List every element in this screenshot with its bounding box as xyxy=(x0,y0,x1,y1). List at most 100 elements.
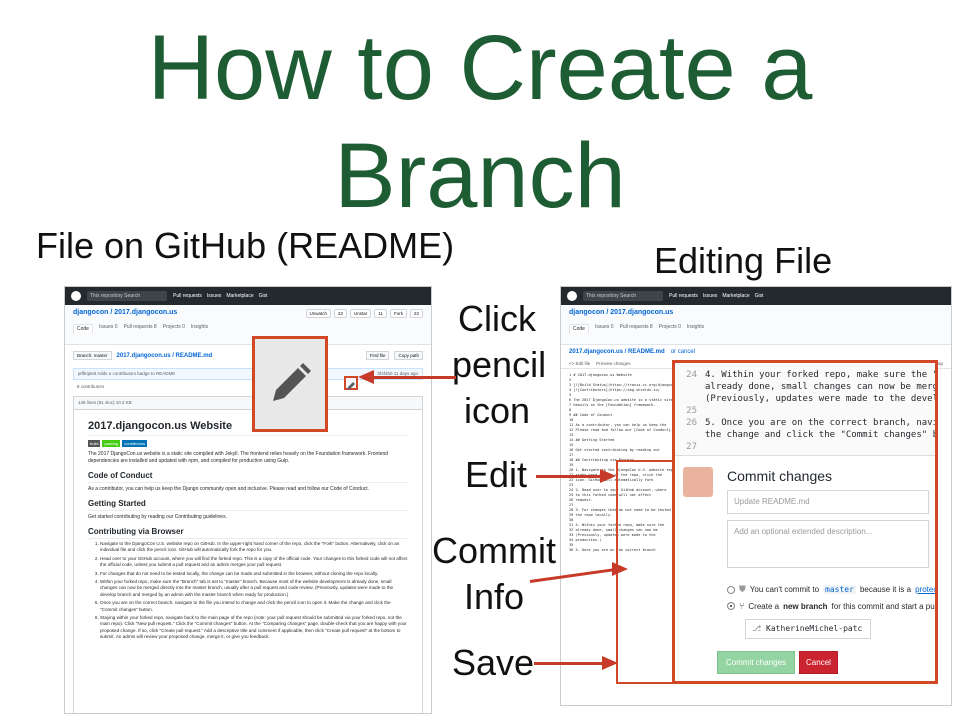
line-text: the change and click the "Commit changes… xyxy=(705,430,935,440)
tab-code[interactable]: Code xyxy=(569,324,589,333)
zoom-code-line[interactable]: (Previously, updates were made to the de… xyxy=(675,393,935,405)
title-line-2: Branch xyxy=(334,125,626,227)
nav-issues[interactable]: Issues xyxy=(207,293,221,299)
arrow-head-edit xyxy=(600,469,616,483)
repo-header: djangocon / 2017.djangocon.us Unwatch 22… xyxy=(65,305,431,345)
zoom-code-line[interactable]: 26 5. Once you are on the correct branch,… xyxy=(675,417,935,429)
nav-pull-requests[interactable]: Pull requests xyxy=(669,293,698,299)
zoom-code-line[interactable]: 25 xyxy=(675,405,935,417)
line-number xyxy=(675,393,705,405)
badge-passing[interactable]: passing xyxy=(102,440,121,447)
heading-getting-started: Getting Started xyxy=(88,499,408,511)
editor-breadcrumb[interactable]: 2017.djangocon.us / README.md xyxy=(569,349,665,355)
tab-projects[interactable]: Projects 0 xyxy=(659,324,681,333)
commit-description-input[interactable]: Add an optional extended description... xyxy=(727,520,929,568)
github-readme-screenshot: This repository Search Pull requests Iss… xyxy=(64,286,432,714)
line-text: 5. Once you are on the correct branch, n… xyxy=(705,418,935,428)
fork-button[interactable]: Fork xyxy=(389,309,407,318)
pencil-icon xyxy=(347,382,355,390)
nav-gist[interactable]: Gist xyxy=(755,293,764,299)
repo-tabs: Code Issues 0 Pull requests 8 Projects 0… xyxy=(73,324,423,333)
step-5: Once you are on the correct branch, navi… xyxy=(100,600,408,613)
tab-preview-changes[interactable]: Preview changes xyxy=(596,361,630,366)
repo-header-2: djangocon / 2017.djangocon.us Code Issue… xyxy=(561,305,951,345)
commit-option-new-branch[interactable]: ⑂ Create a new branch for this commit an… xyxy=(727,601,935,611)
radio-new-branch[interactable] xyxy=(727,602,735,610)
slide-title: How to Create a Branch xyxy=(0,14,960,230)
avatar xyxy=(683,467,713,497)
label-icon: icon xyxy=(463,390,531,431)
tab-projects[interactable]: Projects 0 xyxy=(163,324,185,333)
zoom-code-line[interactable]: 27 xyxy=(675,441,935,453)
cancel-button[interactable]: Cancel xyxy=(799,651,838,674)
fork-count[interactable]: 22 xyxy=(409,309,423,318)
tab-issues[interactable]: Issues 0 xyxy=(99,324,118,333)
repo-actions: Unwatch 22 Unstar 11 Fork 22 xyxy=(305,309,423,318)
watch-count[interactable]: 22 xyxy=(334,309,348,318)
branch-select[interactable]: Branch: master xyxy=(73,351,112,360)
commit-option-direct[interactable]: ⛊ You can't commit to master because it … xyxy=(727,584,935,595)
copy-path-button[interactable]: Copy path xyxy=(394,351,423,360)
tab-code[interactable]: Code xyxy=(73,324,93,333)
nav-marketplace[interactable]: Marketplace xyxy=(226,293,253,299)
shield-icon: ⛊ xyxy=(739,584,746,594)
github-logo-icon[interactable] xyxy=(71,291,81,301)
github-nav: Pull requests Issues Marketplace Gist xyxy=(173,293,267,299)
search-input-2[interactable]: This repository Search xyxy=(583,291,663,301)
find-file-button[interactable]: Find file xyxy=(365,351,390,360)
label-click-pencil-icon: Click pencil icon xyxy=(452,296,546,434)
line-number: 24 xyxy=(686,370,697,380)
label-edit: Edit xyxy=(464,454,528,495)
zoom-code-line[interactable]: the change and click the "Commit changes… xyxy=(675,429,935,441)
tab-insights[interactable]: Insights xyxy=(687,324,704,333)
tab-issues[interactable]: Issues 0 xyxy=(595,324,614,333)
nav-pull-requests[interactable]: Pull requests xyxy=(173,293,202,299)
repo-name-2[interactable]: djangocon / 2017.djangocon.us xyxy=(569,309,943,316)
protected-link[interactable]: protected xyxy=(915,585,935,594)
step-2: Head over to your GitHub account, where … xyxy=(100,556,408,569)
nav-issues[interactable]: Issues xyxy=(703,293,717,299)
step-3: For changes that do not need to be teste… xyxy=(100,571,408,577)
branch-name-value: KatherineMichel-patc xyxy=(766,624,863,633)
option-new-bold: new branch xyxy=(783,601,828,611)
tab-edit-file[interactable]: <> Edit file xyxy=(569,361,590,366)
editor-zoom-lines[interactable]: 24 4. Within your forked repo, make sure … xyxy=(675,363,935,456)
commit-changes-button[interactable]: Commit changes xyxy=(717,651,796,674)
badge-contributors[interactable]: contributors xyxy=(122,440,148,447)
arrow-to-save xyxy=(534,662,606,665)
branch-icon: ⎇ xyxy=(752,624,762,633)
star-count[interactable]: 11 xyxy=(374,309,387,318)
nav-marketplace[interactable]: Marketplace xyxy=(722,293,749,299)
badge-build[interactable]: build xyxy=(88,440,101,447)
step-6: Staying within your forked repo, navigat… xyxy=(100,615,408,641)
branch-code: master xyxy=(823,585,856,594)
branch-name-input[interactable]: ⎇ KatherineMichel-patc xyxy=(745,619,871,639)
github-logo-icon[interactable] xyxy=(567,291,577,301)
zoom-code-line[interactable]: 24 4. Within your forked repo, make sure … xyxy=(675,369,935,381)
github-topbar-2: This repository Search Pull requests Iss… xyxy=(561,287,951,305)
commit-message[interactable]: jefftriplett Adds a contributors badge t… xyxy=(78,371,175,376)
line-text: 4. Within your forked repo, make sure th… xyxy=(705,370,935,380)
commit-buttons: Commit changes Cancel xyxy=(717,651,838,674)
readme-title: 2017.djangocon.us Website xyxy=(88,420,408,436)
zoom-code-line[interactable]: already done, small changes can now be m… xyxy=(675,381,935,393)
option-direct-text-2: because it is a xyxy=(859,585,912,594)
editor-zoom-callout: 24 4. Within your forked repo, make sure … xyxy=(672,360,938,684)
tab-insights[interactable]: Insights xyxy=(191,324,208,333)
nav-gist[interactable]: Gist xyxy=(259,293,268,299)
heading-contributing-browser: Contributing via Browser xyxy=(88,527,408,539)
line-number: 26 xyxy=(686,418,697,428)
tab-pull-requests[interactable]: Pull requests 8 xyxy=(124,324,157,333)
unstar-button[interactable]: Unstar xyxy=(350,309,372,318)
cancel-link[interactable]: or cancel xyxy=(671,349,695,355)
radio-direct[interactable] xyxy=(727,585,735,594)
commit-summary-input[interactable]: Update README.md xyxy=(727,490,929,514)
tab-pull-requests[interactable]: Pull requests 8 xyxy=(620,324,653,333)
editor-path: 2017.djangocon.us / README.md or cancel xyxy=(561,345,951,359)
pencil-zoom-callout xyxy=(252,336,328,432)
search-input[interactable]: This repository Search xyxy=(87,291,167,301)
breadcrumb[interactable]: 2017.djangocon.us / README.md xyxy=(117,353,213,359)
unwatch-button[interactable]: Unwatch xyxy=(305,309,332,318)
pencil-edit-button[interactable] xyxy=(344,376,358,390)
file-path-bar: Branch: master 2017.djangocon.us / READM… xyxy=(65,345,431,366)
